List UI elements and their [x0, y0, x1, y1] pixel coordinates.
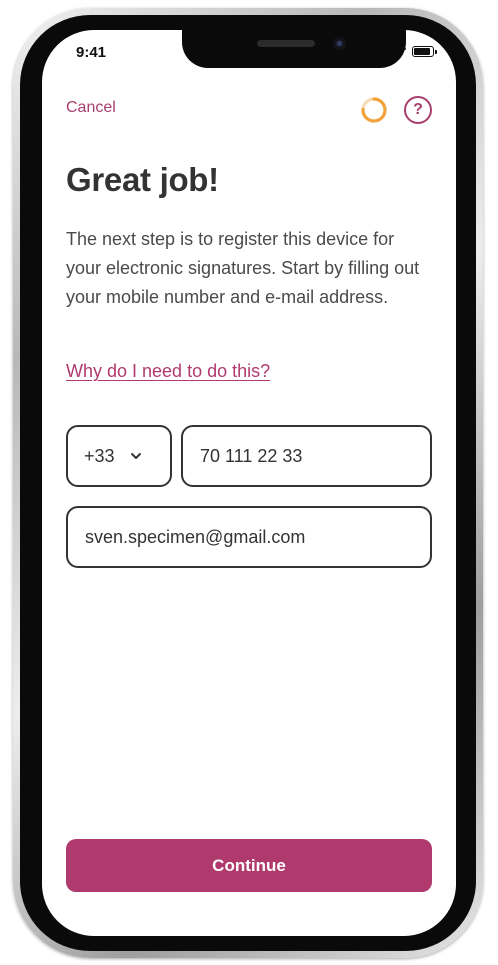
continue-button[interactable]: Continue [66, 839, 432, 892]
country-code-value: +33 [84, 445, 115, 466]
chevron-down-icon [130, 453, 141, 459]
email-value: sven.specimen@gmail.com [85, 526, 306, 547]
progress-ring-icon [361, 97, 387, 123]
status-time: 9:41 [76, 44, 107, 61]
phone-notch [182, 30, 406, 68]
why-link[interactable]: Why do I need to do this? [66, 361, 270, 382]
battery-icon [412, 45, 437, 57]
speaker-grille [257, 40, 315, 47]
phone-number-value: 70 111 22 33 [200, 445, 303, 466]
help-icon[interactable]: ? [404, 96, 432, 124]
help-glyph: ? [413, 101, 423, 118]
phone-number-input[interactable]: 70 111 22 33 [181, 425, 432, 487]
page-title: Great job! [66, 161, 219, 198]
email-input[interactable]: sven.specimen@gmail.com [66, 506, 432, 568]
page-description: The next step is to register this device… [66, 229, 420, 307]
country-code-select[interactable]: +33 [66, 425, 172, 487]
app-screen: 9:41 Cancel ? Great job! The next step i… [42, 30, 456, 936]
cancel-button[interactable]: Cancel [66, 99, 116, 117]
front-camera [333, 37, 346, 50]
